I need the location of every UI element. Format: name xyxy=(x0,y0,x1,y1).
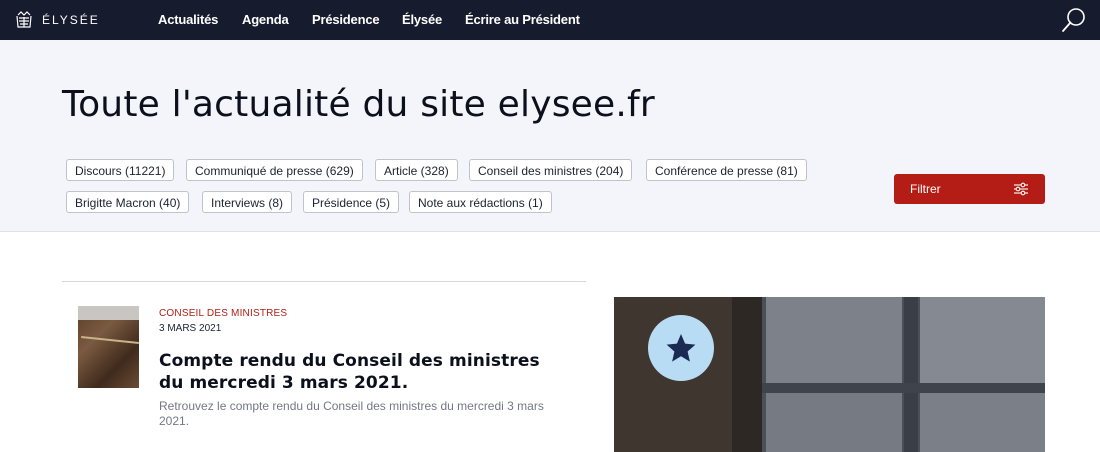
article-title[interactable]: Compte rendu du Conseil des ministres du… xyxy=(159,350,569,394)
image-window-pane xyxy=(766,393,902,452)
image-window-pane xyxy=(920,297,1045,383)
site-logo[interactable]: ÉLYSÉE xyxy=(14,9,100,31)
filter-chip-discours[interactable]: Discours (11221) xyxy=(66,159,175,181)
top-navigation: ÉLYSÉE Actualités Agenda Présidence Élys… xyxy=(0,0,1100,40)
image-window-pane xyxy=(920,393,1045,452)
search-button[interactable] xyxy=(1060,6,1088,34)
nav-item-ecrire-au-president[interactable]: Écrire au Président xyxy=(465,0,580,40)
image-window-pane xyxy=(766,297,902,383)
article-category[interactable]: CONSEIL DES MINISTRES xyxy=(159,308,287,319)
filter-chip-communique[interactable]: Communiqué de presse (629) xyxy=(186,159,363,181)
filter-chip-conseil[interactable]: Conseil des ministres (204) xyxy=(469,159,633,181)
nav-item-elysee[interactable]: Élysée xyxy=(402,0,442,40)
section-divider xyxy=(62,281,586,282)
article-date: 3 MARS 2021 xyxy=(159,323,222,334)
search-icon xyxy=(1062,8,1085,32)
filter-chip-article[interactable]: Article (328) xyxy=(375,159,458,181)
thumbnail-background xyxy=(78,306,139,320)
filter-chip-interviews[interactable]: Interviews (8) xyxy=(202,191,293,213)
logo-text: ÉLYSÉE xyxy=(42,13,100,27)
article-thumbnail[interactable] xyxy=(78,306,139,388)
filter-chip-brigitte-macron[interactable]: Brigitte Macron (40) xyxy=(66,191,190,213)
thumbnail-detail xyxy=(81,335,139,345)
filter-chip-conference[interactable]: Conférence de presse (81) xyxy=(646,159,807,181)
filter-chip-presidence[interactable]: Présidence (5) xyxy=(303,191,400,213)
featured-image[interactable] xyxy=(614,297,1045,452)
filter-button-label: Filtrer xyxy=(910,182,941,196)
article-description: Retrouvez le compte rendu du Conseil des… xyxy=(159,399,544,428)
filter-chip-note-redactions[interactable]: Note aux rédactions (1) xyxy=(409,191,552,213)
filter-button[interactable]: Filtrer xyxy=(894,174,1045,204)
hero-section: Toute l'actualité du site elysee.fr Disc… xyxy=(0,40,1100,232)
image-window-frame xyxy=(732,297,762,452)
image-window-frame xyxy=(904,297,918,452)
sliders-icon xyxy=(1014,182,1028,196)
featured-badge xyxy=(648,315,714,381)
image-window-crossbar xyxy=(762,383,1045,393)
star-icon xyxy=(666,334,696,362)
nav-item-actualites[interactable]: Actualités xyxy=(158,0,218,40)
page-title: Toute l'actualité du site elysee.fr xyxy=(62,84,655,125)
nav-item-agenda[interactable]: Agenda xyxy=(242,0,289,40)
elysee-emblem-icon xyxy=(16,11,32,28)
nav-item-presidence[interactable]: Présidence xyxy=(312,0,380,40)
